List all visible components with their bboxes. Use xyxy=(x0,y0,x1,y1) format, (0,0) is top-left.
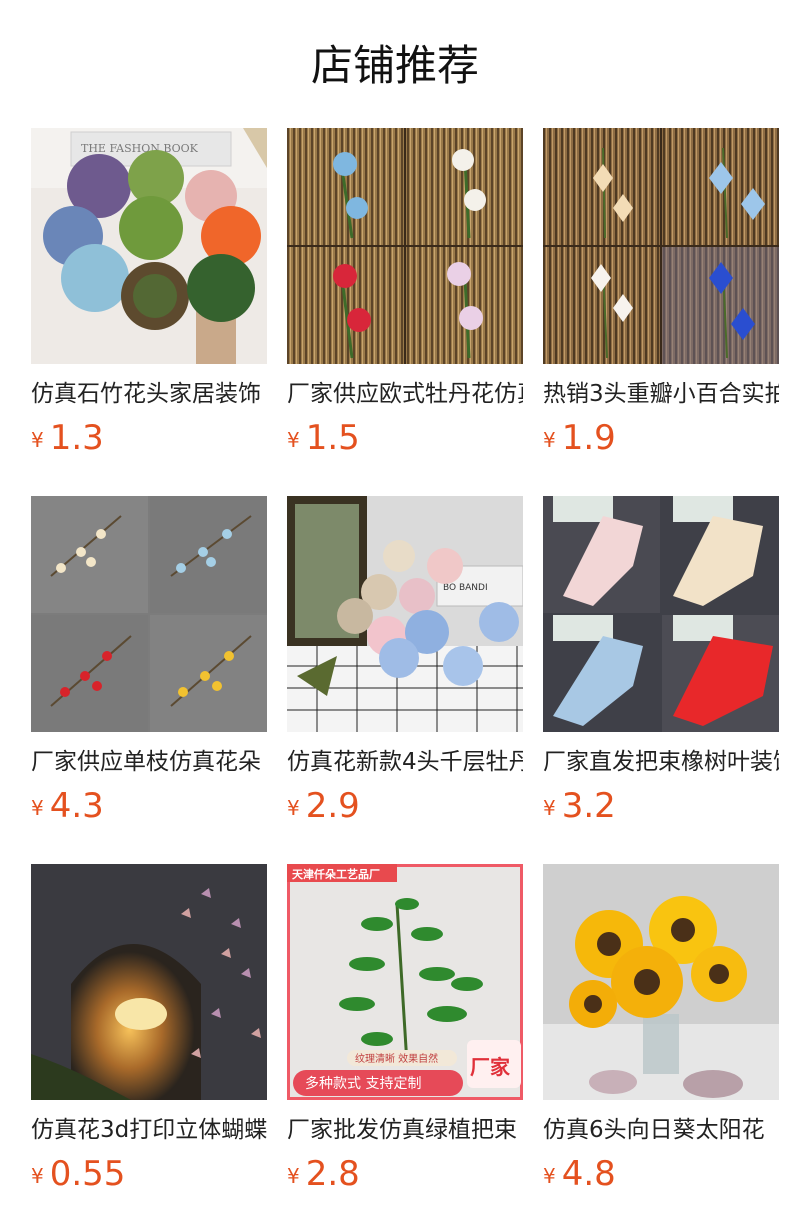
product-card[interactable]: 厂家供应单枝仿真花朵 ¥4.3 xyxy=(31,496,267,826)
currency-symbol: ¥ xyxy=(287,428,300,452)
price-value: 2.9 xyxy=(305,786,360,826)
product-name[interactable]: 厂家直发把束橡树叶装饰 xyxy=(543,746,779,778)
product-name[interactable]: 热销3头重瓣小百合实拍 xyxy=(543,378,779,410)
product-card[interactable]: 热销3头重瓣小百合实拍 ¥1.9 xyxy=(543,128,779,458)
product-name[interactable]: 仿真6头向日葵太阳花 xyxy=(543,1114,779,1146)
currency-symbol: ¥ xyxy=(543,796,556,820)
product-name[interactable]: 厂家批发仿真绿植把束 xyxy=(287,1114,523,1146)
svg-text:THE FASHON BOOK: THE FASHON BOOK xyxy=(81,142,199,155)
product-image[interactable] xyxy=(543,864,779,1100)
product-name[interactable]: 仿真石竹花头家居装饰 xyxy=(31,378,267,410)
product-card[interactable]: BO BANDI 仿真花新款4头千层牡丹 ¥ 2.9 xyxy=(287,496,523,826)
product-price: ¥1.9 xyxy=(543,418,616,458)
product-card[interactable]: 厂家供应欧式牡丹花仿真 ¥1.5 xyxy=(287,128,523,458)
section-title: 店铺推荐 xyxy=(310,41,479,90)
svg-text:纹理清晰 效果自然: 纹理清晰 效果自然 xyxy=(355,1052,438,1065)
product-price: ¥3.2 xyxy=(543,786,616,826)
product-price: ¥2.8 xyxy=(287,1154,360,1194)
product-name[interactable]: 仿真花3d打印立体蝴蝶 xyxy=(31,1114,267,1146)
currency-symbol: ¥ xyxy=(31,428,44,452)
currency-symbol: ¥ xyxy=(31,796,44,820)
price-value: 4.8 xyxy=(561,1154,616,1194)
product-image[interactable]: THE FASHON BOOK xyxy=(31,128,267,364)
svg-text:厂家: 厂家 xyxy=(470,1055,511,1079)
currency-symbol: ¥ xyxy=(287,1164,300,1188)
price-value: 1.3 xyxy=(49,418,104,458)
price-value: 0.55 xyxy=(49,1154,126,1194)
price-value: 4.3 xyxy=(49,786,104,826)
product-card[interactable]: THE FASHON BOOK 仿真石竹花头家居装饰 ¥1.3 xyxy=(31,128,267,458)
price-value: 2.8 xyxy=(305,1154,360,1194)
product-price: ¥1.5 xyxy=(287,418,360,458)
currency-symbol: ¥ xyxy=(287,796,300,820)
product-image[interactable] xyxy=(287,128,523,364)
product-image[interactable] xyxy=(543,496,779,732)
price-value: 1.5 xyxy=(305,418,360,458)
product-image[interactable] xyxy=(543,128,779,364)
price-value: 1.9 xyxy=(561,418,616,458)
product-name[interactable]: 厂家供应欧式牡丹花仿真 xyxy=(287,378,523,410)
currency-symbol: ¥ xyxy=(31,1164,44,1188)
product-image[interactable]: BO BANDI xyxy=(287,496,523,732)
currency-symbol: ¥ xyxy=(543,1164,556,1188)
product-image[interactable] xyxy=(31,496,267,732)
recommend-page: 店铺推荐 THE FASHON BOOK 仿真石竹花头家居装饰 ¥ 1.3 厂家… xyxy=(0,0,790,1232)
product-card[interactable]: 仿真6头向日葵太阳花 ¥4.8 xyxy=(543,864,779,1194)
product-price: ¥4.3 xyxy=(31,786,104,826)
product-name[interactable]: 厂家供应单枝仿真花朵 xyxy=(31,746,267,778)
product-grid: THE FASHON BOOK 仿真石竹花头家居装饰 ¥1.3 厂家供应欧式牡丹… xyxy=(31,128,779,1194)
product-price: ¥0.55 xyxy=(31,1154,125,1194)
product-price: ¥4.8 xyxy=(543,1154,616,1194)
product-card[interactable]: 天津仟朵工艺品厂 纹理清晰 效果自然 多种款式 支持定制 厂家 厂家批发仿真绿植… xyxy=(287,864,523,1194)
product-card[interactable]: 厂家直发把束橡树叶装饰 ¥3.2 xyxy=(543,496,779,826)
product-image[interactable]: 天津仟朵工艺品厂 纹理清晰 效果自然 多种款式 支持定制 厂家 xyxy=(287,864,523,1100)
product-price: ¥1.3 xyxy=(31,418,104,458)
svg-text:天津仟朵工艺品厂: 天津仟朵工艺品厂 xyxy=(292,867,380,881)
product-image[interactable] xyxy=(31,864,267,1100)
currency-symbol: ¥ xyxy=(543,428,556,452)
price-value: 3.2 xyxy=(561,786,616,826)
product-card[interactable]: 仿真花3d打印立体蝴蝶 ¥0.55 xyxy=(31,864,267,1194)
product-name[interactable]: 仿真花新款4头千层牡丹 xyxy=(287,746,523,778)
svg-text:多种款式 支持定制: 多种款式 支持定制 xyxy=(305,1075,421,1092)
product-price: ¥2.9 xyxy=(287,786,360,826)
svg-text:BO BANDI: BO BANDI xyxy=(443,583,488,593)
